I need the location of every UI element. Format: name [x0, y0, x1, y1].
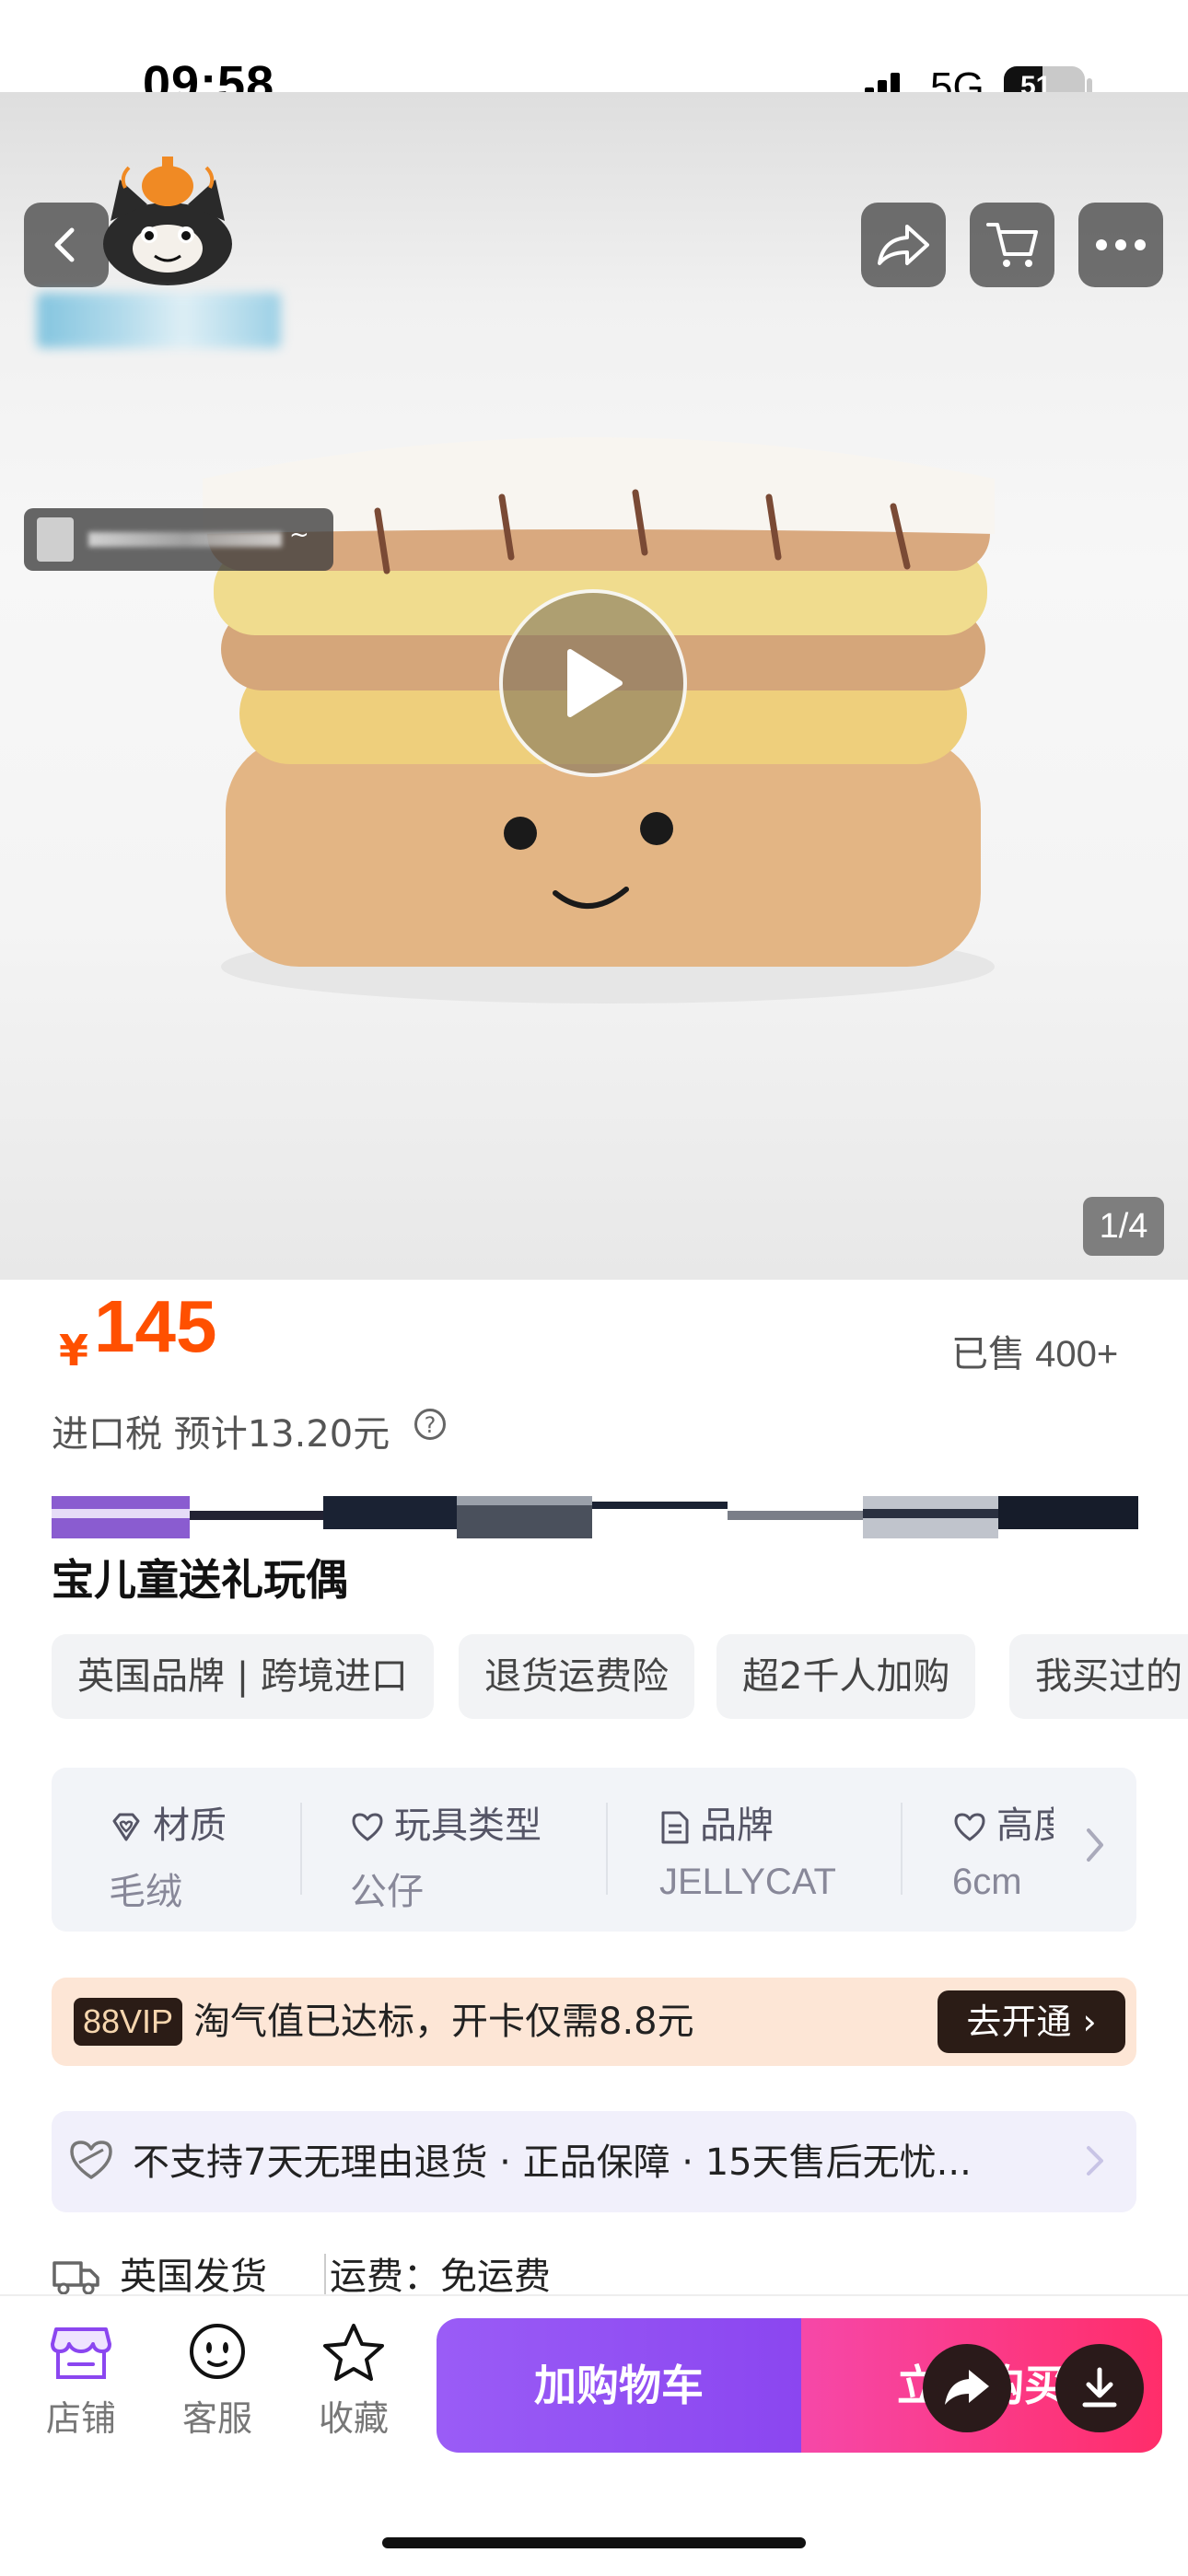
shop-nav-button[interactable]: 店铺 — [30, 2322, 132, 2441]
attribute-name: 玩具类型 — [350, 1795, 542, 1849]
product-media-gallery[interactable]: ~ 1/4 — [0, 92, 1188, 1280]
diamond-heart-icon — [112, 1813, 140, 1841]
heart-outline-icon — [70, 2141, 112, 2179]
shop-logo[interactable] — [83, 147, 249, 285]
attributes-card[interactable]: 材质 毛绒 玩具类型 公仔 品牌 JELLYCAT 高度 6cm — [52, 1768, 1136, 1932]
vip-text: 淘气值已达标，开卡仅需8.8元 — [193, 2001, 694, 2043]
favorite-label: 收藏 — [318, 2398, 389, 2439]
truck-icon — [52, 2261, 99, 2295]
attribute-separator — [606, 1803, 608, 1895]
shop-icon — [51, 2327, 111, 2379]
tag-bought-before[interactable]: 我买过的 — [1009, 1634, 1188, 1719]
status-bar: 09:58 5G 51 — [0, 0, 1188, 111]
chevron-right-icon — [1087, 2146, 1103, 2176]
play-icon — [567, 649, 623, 717]
service-text: 不支持7天无理由退货 · 正品保障 · 15天售后无忧... — [133, 2141, 972, 2184]
cart-icon — [986, 223, 1038, 267]
add-to-cart-button[interactable]: 加购物车 — [437, 2318, 801, 2453]
customer-service-label: 客服 — [181, 2398, 252, 2439]
attribute-value: 毛绒 — [109, 1872, 182, 1912]
product-title: 宝儿童送礼玩偶 — [52, 1555, 348, 1605]
attribute-name: 品牌 — [659, 1795, 836, 1849]
attribute-name-label: 高度 — [996, 1804, 1054, 1847]
shop-label: 店铺 — [45, 2398, 116, 2439]
play-video-button[interactable] — [499, 589, 687, 777]
vip-banner[interactable]: 88VIP 淘气值已达标，开卡仅需8.8元 去开通 › — [52, 1978, 1136, 2066]
live-text-obscured — [88, 532, 282, 547]
ship-from: 英国发货 — [120, 2256, 267, 2298]
tag-brand[interactable]: 英国品牌 | 跨境进口 — [52, 1634, 434, 1719]
chevron-left-icon — [54, 227, 75, 262]
favorite-button[interactable]: 收藏 — [303, 2322, 404, 2441]
sold-count: 已售 400+ — [951, 1334, 1119, 1375]
cart-button[interactable] — [970, 203, 1054, 287]
attribute-value: JELLYCAT — [659, 1862, 836, 1902]
attribute-name-label: 玩具类型 — [394, 1804, 542, 1847]
chevron-right-icon — [1087, 1828, 1103, 1862]
customer-service-button[interactable]: 客服 — [167, 2322, 268, 2441]
attribute-brand: 品牌 JELLYCAT — [659, 1795, 836, 1903]
live-preview-chip[interactable]: ~ — [24, 508, 333, 571]
document-icon — [661, 1811, 689, 1844]
attribute-separator — [300, 1803, 302, 1895]
star-icon — [323, 2324, 384, 2381]
share-button[interactable] — [861, 203, 946, 287]
live-suffix: ~ — [289, 521, 309, 549]
price-value: 145 — [94, 1285, 217, 1367]
shipping-separator — [324, 2254, 326, 2294]
title-obscured-bar — [52, 1496, 1138, 1538]
heart-icon — [352, 1813, 383, 1841]
heart-icon — [954, 1813, 985, 1841]
attribute-name-label: 材质 — [153, 1804, 227, 1847]
floating-share-button[interactable] — [923, 2344, 1011, 2432]
price-currency: ¥ — [59, 1326, 89, 1375]
vip-activate-button[interactable]: 去开通 › — [938, 1990, 1125, 2053]
tag-cart-count[interactable]: 超2千人加购 — [716, 1634, 976, 1719]
more-dots-icon — [1096, 239, 1146, 250]
tag-return-shipping[interactable]: 退货运费险 — [459, 1634, 694, 1719]
attribute-toy-type: 玩具类型 公仔 — [350, 1795, 542, 1915]
chat-smile-icon — [190, 2324, 245, 2379]
attribute-separator — [901, 1803, 903, 1895]
live-thumbnail — [37, 517, 74, 562]
shipping-fee: 运费：免运费 — [330, 2256, 551, 2298]
import-tax: 进口税 预计13.20元 — [52, 1413, 390, 1456]
shop-name-obscured — [37, 293, 281, 348]
attribute-name-label: 品牌 — [700, 1804, 774, 1847]
attribute-name: 材质 — [109, 1795, 227, 1849]
download-icon — [1082, 2367, 1117, 2408]
attribute-name: 高度 — [952, 1795, 1054, 1849]
more-button[interactable] — [1078, 203, 1163, 287]
home-indicator[interactable] — [382, 2537, 806, 2548]
floating-download-button[interactable] — [1055, 2344, 1144, 2432]
share-arrow-icon — [945, 2370, 989, 2405]
attribute-material: 材质 毛绒 — [109, 1795, 227, 1915]
image-page-indicator: 1/4 — [1083, 1197, 1164, 1256]
attribute-value: 6cm — [952, 1862, 1022, 1902]
service-guarantee-bar[interactable]: 不支持7天无理由退货 · 正品保障 · 15天售后无忧... — [52, 2111, 1136, 2212]
bottom-action-bar: 店铺 客服 收藏 加购物车 立即购买 — [0, 2294, 1188, 2576]
share-icon — [878, 225, 929, 265]
tax-help-icon[interactable]: ? — [414, 1409, 446, 1440]
attribute-value: 公仔 — [350, 1872, 424, 1912]
attribute-height: 高度 6cm — [952, 1795, 1054, 1903]
vip-badge: 88VIP — [74, 1998, 183, 2046]
